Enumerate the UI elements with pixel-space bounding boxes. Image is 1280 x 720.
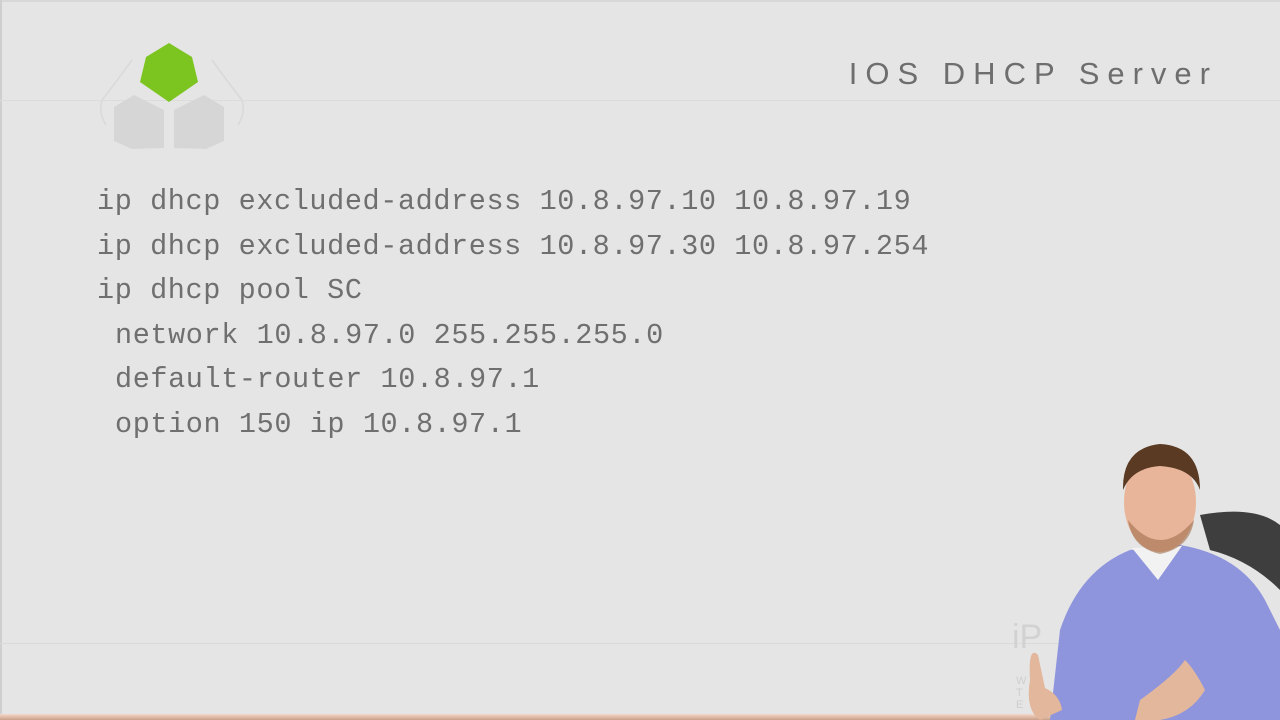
code-line: default-router 10.8.97.1 bbox=[115, 363, 540, 396]
logo-green-cell bbox=[140, 43, 198, 102]
presenter-video-overlay bbox=[1028, 444, 1280, 720]
left-border bbox=[0, 0, 2, 720]
logo-right-cell bbox=[174, 95, 224, 149]
code-line: network 10.8.97.0 255.255.255.0 bbox=[115, 318, 664, 352]
code-line: option 150 ip 10.8.97.1 bbox=[115, 407, 523, 441]
code-line: ip dhcp excluded-address 10.8.97.30 10.8… bbox=[97, 229, 930, 263]
code-line: ip dhcp pool SC bbox=[97, 274, 363, 307]
logo-left-cell bbox=[114, 95, 164, 149]
code-block: ip dhcp excluded-address 10.8.97.10 10.8… bbox=[97, 180, 929, 447]
slide-title: IOS DHCP Server bbox=[848, 56, 1218, 91]
hexagon-logo-icon bbox=[99, 43, 245, 149]
top-border bbox=[0, 0, 1280, 2]
code-line: ip dhcp excluded-address 10.8.97.10 10.8… bbox=[97, 185, 912, 218]
